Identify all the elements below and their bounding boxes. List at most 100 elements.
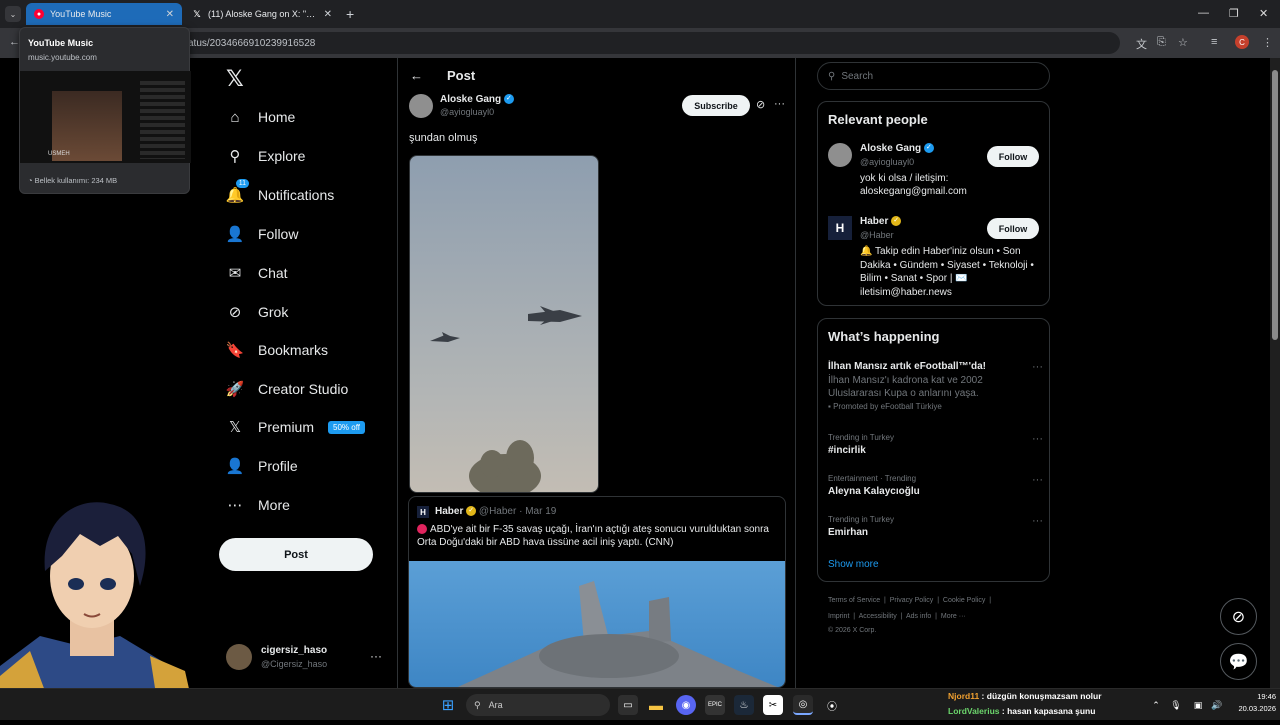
volume-icon[interactable]: 🔊: [1207, 695, 1227, 715]
nav-item-follow[interactable]: 👤 Follow: [226, 220, 299, 248]
more-icon[interactable]: ···: [1032, 474, 1043, 486]
subscribe-button[interactable]: Subscribe: [682, 95, 750, 116]
trend-item[interactable]: Trending in Turkey #incirlik ···: [828, 433, 1043, 456]
system-clock[interactable]: 19:46 20.03.2026: [1232, 692, 1276, 713]
chrome-icon[interactable]: ◎: [793, 695, 813, 715]
grok-icon[interactable]: ⊘: [756, 98, 765, 111]
windows-start-icon[interactable]: ⊞: [438, 695, 458, 715]
nav-item-bookmarks[interactable]: 🔖 Bookmarks: [226, 336, 328, 364]
follow-button[interactable]: Follow: [987, 218, 1039, 239]
footer-link[interactable]: Terms of Service: [828, 597, 880, 604]
quoted-post[interactable]: H Haber ✓ @Haber · Mar 19 ABD'ye ait bir…: [408, 496, 786, 688]
quote-image[interactable]: [409, 561, 785, 687]
footer-link[interactable]: Accessibility: [859, 613, 897, 620]
account-switcher[interactable]: cigersiz_haso @Cigersiz_haso ···: [226, 643, 386, 673]
nav-item-home[interactable]: ⌂ Home: [226, 103, 295, 131]
scrollbar[interactable]: [1270, 58, 1280, 688]
post-text: şundan olmuş: [409, 132, 478, 144]
messages-fab-icon[interactable]: 💬: [1220, 643, 1257, 680]
bookmark-star-icon[interactable]: ☆: [1178, 36, 1188, 49]
scrollbar-thumb[interactable]: [1272, 70, 1278, 340]
tray-chevron-icon[interactable]: ⌃: [1146, 695, 1166, 715]
tab-close-icon[interactable]: ✕: [324, 9, 332, 20]
task-view-icon[interactable]: ▭: [618, 695, 638, 715]
footer-link[interactable]: More ···: [941, 613, 966, 620]
new-tab-icon[interactable]: +: [346, 6, 354, 22]
person-handle[interactable]: @Haber: [860, 230, 894, 240]
nav-item-chat[interactable]: ✉ Chat: [226, 259, 288, 287]
restore-icon[interactable]: ❐: [1229, 7, 1239, 20]
promoted-label: Promoted by eFootball Türkiye: [833, 402, 942, 411]
steam-icon[interactable]: ♨: [734, 695, 754, 715]
nav-item-profile[interactable]: 👤 Profile: [226, 452, 298, 480]
footer-link[interactable]: Privacy Policy: [890, 597, 934, 604]
post-video[interactable]: [409, 155, 599, 493]
author-name[interactable]: Aloske Gang: [440, 94, 501, 105]
capcut-icon[interactable]: ✂: [763, 695, 783, 715]
more-icon[interactable]: ···: [1032, 361, 1043, 373]
home-icon: ⌂: [230, 108, 240, 126]
profile-avatar[interactable]: C: [1235, 35, 1249, 49]
tab-youtube-music[interactable]: ● YouTube Music ✕: [26, 3, 182, 25]
close-window-icon[interactable]: ✕: [1259, 7, 1268, 20]
promoted-trend[interactable]: İlhan Mansız artık eFootball™'da! İlhan …: [828, 361, 1043, 411]
more-icon[interactable]: ···: [1032, 515, 1043, 527]
tab-x-post[interactable]: 𝕏 (11) Aloske Gang on X: "şundan ✕: [184, 3, 340, 25]
footer-link[interactable]: Ads info: [906, 613, 931, 620]
more-icon[interactable]: ···: [774, 98, 785, 110]
footer-link[interactable]: Cookie Policy: [943, 597, 985, 604]
more-icon[interactable]: ···: [370, 649, 382, 663]
left-navigation: 𝕏 ⌂ Home ⚲ Explore 🔔 11 Notifications 👤 Follow ✉ C…: [218, 58, 396, 688]
minimize-icon[interactable]: —: [1198, 7, 1209, 19]
nav-item-label: Explore: [258, 148, 306, 164]
follow-button[interactable]: Follow: [987, 146, 1039, 167]
display-icon[interactable]: ▣: [1188, 695, 1208, 715]
tab-search-icon[interactable]: ⌄: [5, 6, 21, 22]
tab-close-icon[interactable]: ✕: [166, 9, 174, 20]
person-handle[interactable]: @ayiogluayl0: [860, 157, 914, 167]
account-handle: @Cigersiz_haso: [261, 659, 328, 669]
discord-icon[interactable]: ◉: [676, 695, 696, 715]
more-icon[interactable]: ···: [1032, 433, 1043, 445]
haber-logo-icon[interactable]: H: [828, 216, 852, 240]
mail-icon: ✉: [228, 265, 242, 282]
file-explorer-icon[interactable]: ▬: [646, 695, 666, 715]
epic-games-icon[interactable]: EPIC: [705, 695, 725, 715]
nav-item-creator-studio[interactable]: 🚀 Creator Studio: [225, 375, 349, 403]
author-handle[interactable]: @ayiogluayl0: [440, 107, 494, 117]
trend-item[interactable]: Entertainment · Trending Aleyna Kalaycıo…: [828, 474, 1043, 497]
panel-title: Relevant people: [828, 112, 928, 127]
menu-kebab-icon[interactable]: ⋮: [1262, 36, 1273, 49]
footer-link[interactable]: Imprint: [828, 613, 849, 620]
stream-chat-line: LordValerius : hasan kapasana şunu: [948, 706, 1096, 716]
x-logo-icon[interactable]: 𝕏: [226, 66, 244, 92]
media-control-icon[interactable]: ≡: [1211, 36, 1217, 48]
back-arrow-icon[interactable]: ←: [410, 68, 423, 83]
trend-item[interactable]: Trending in Turkey Emirhan ···: [828, 515, 1043, 538]
footer-links-row1: Terms of Service | Privacy Policy | Cook…: [828, 597, 992, 604]
nav-item-premium[interactable]: 𝕏 Premium 50% off: [226, 413, 365, 441]
rocket-icon: 🚀: [225, 381, 245, 398]
avatar[interactable]: [828, 143, 852, 167]
cast-icon[interactable]: ⎘: [1157, 36, 1166, 49]
chat-user: LordValerius: [948, 706, 1000, 716]
person-name[interactable]: Haber: [860, 216, 888, 227]
post-button[interactable]: Post: [219, 538, 373, 571]
show-more-link[interactable]: Show more: [828, 559, 879, 570]
address-bar[interactable]: atus/2034666910239916528: [40, 32, 1120, 54]
person-name[interactable]: Aloske Gang: [860, 143, 921, 154]
nav-item-grok[interactable]: ⊘ Grok: [226, 298, 289, 326]
taskbar-search[interactable]: ⚲ Ara: [466, 694, 610, 716]
nav-item-notifications[interactable]: 🔔 11 Notifications: [226, 179, 334, 209]
browser-toolbar: ← atus/2034666910239916528 文 ⎘ ☆ ≡ ⋮: [0, 28, 1280, 58]
grok-fab-icon[interactable]: ⊘: [1220, 598, 1257, 635]
nav-item-more[interactable]: ⋯ More: [226, 491, 290, 519]
obs-icon[interactable]: ⦿: [822, 695, 842, 715]
microphone-icon[interactable]: 🎙: [1166, 695, 1186, 715]
translate-icon[interactable]: 文: [1136, 36, 1147, 52]
nav-item-label: Grok: [258, 304, 289, 320]
nav-item-label: More: [258, 497, 290, 513]
author-avatar[interactable]: [409, 94, 433, 118]
search-input[interactable]: ⚲ Search: [817, 62, 1050, 90]
nav-item-explore[interactable]: ⚲ Explore: [226, 142, 306, 170]
